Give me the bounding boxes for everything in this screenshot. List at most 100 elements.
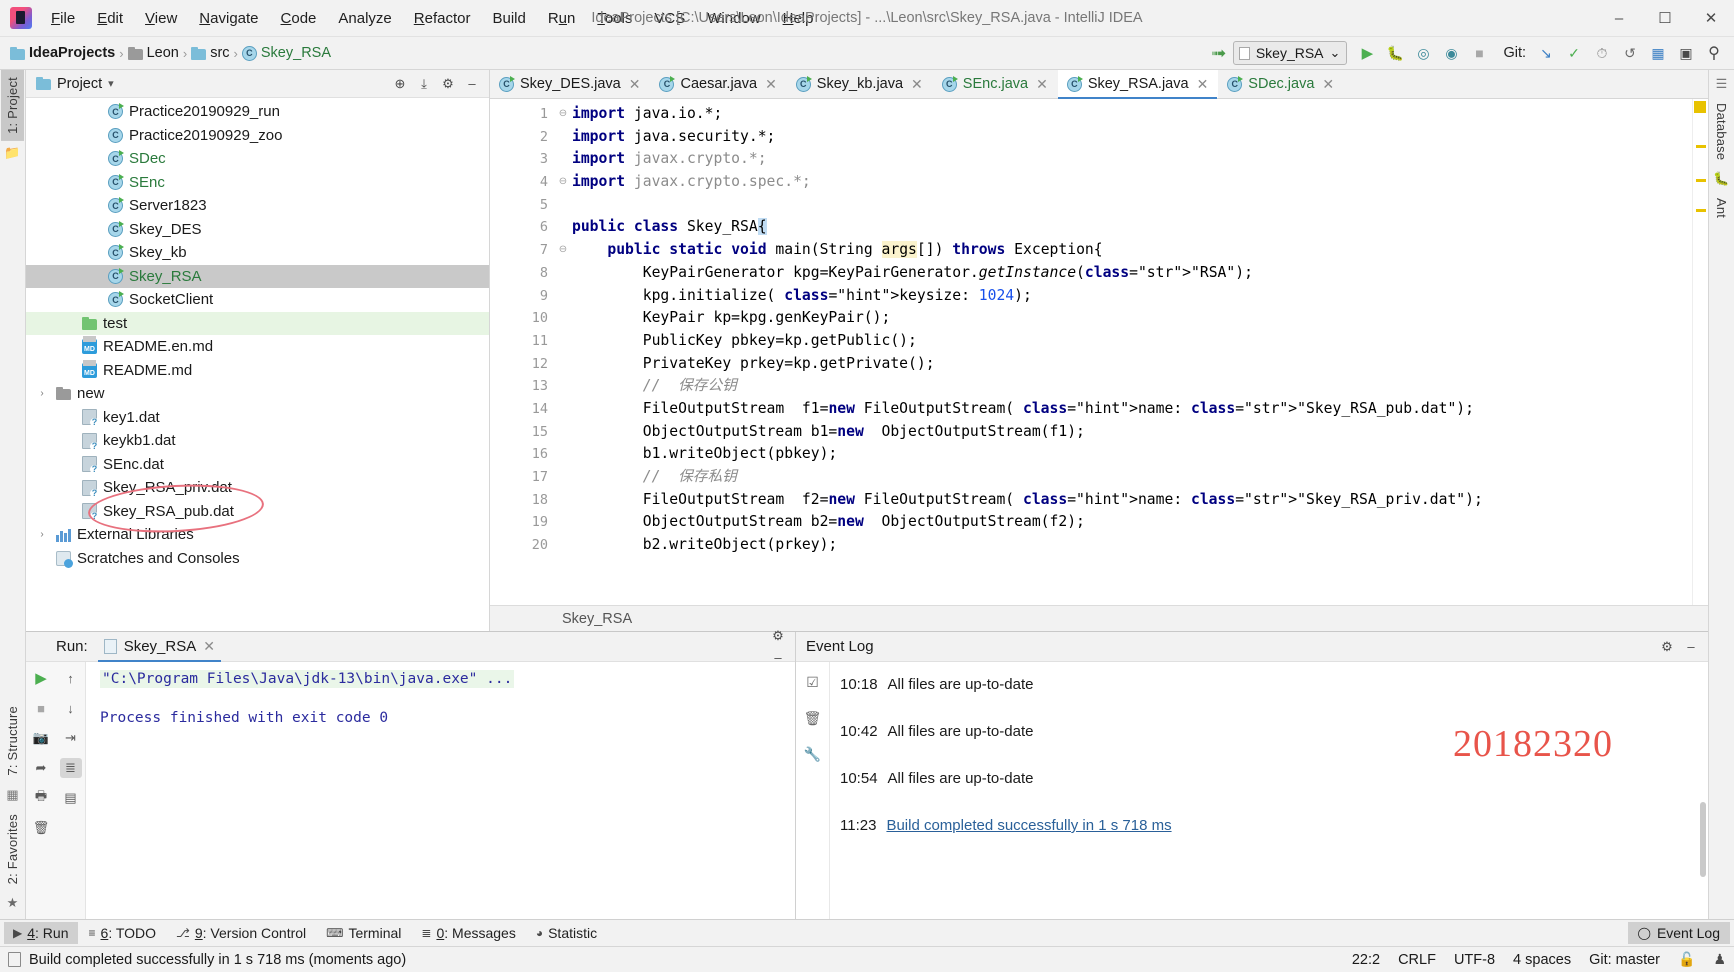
debug-button[interactable]: 🐛	[1381, 40, 1409, 66]
code-editor[interactable]: 123456▶7▶891011121314151617181920 ⊖⊖⊖ im…	[490, 99, 1708, 605]
stop-icon[interactable]: ■	[30, 698, 52, 718]
back-arrow-icon[interactable]: ➟	[1205, 40, 1233, 66]
down-arrow-icon[interactable]: ↓	[60, 698, 82, 718]
person-icon[interactable]: ♟	[1713, 951, 1726, 968]
tree-item[interactable]: C Practice20190929_run	[26, 100, 489, 124]
code-text[interactable]: import java.io.*; import java.security.*;…	[572, 99, 1692, 605]
menu-window[interactable]: Window	[696, 7, 771, 30]
event-log-row[interactable]: 11:23 Build completed successfully in 1 s…	[840, 817, 1708, 864]
event-log-scrollbar[interactable]	[1700, 802, 1706, 877]
git-branch[interactable]: Git: master	[1589, 952, 1660, 968]
trash-icon[interactable]: 🗑	[802, 708, 824, 728]
close-icon[interactable]: ✕	[1036, 76, 1048, 93]
editor-marker-bar[interactable]	[1692, 99, 1708, 605]
sidebar-item-ant[interactable]: Ant	[1710, 191, 1733, 225]
tree-item[interactable]: test	[26, 311, 489, 335]
stop-button[interactable]: ■	[1465, 40, 1493, 66]
menu-view[interactable]: View	[134, 7, 188, 30]
breadcrumb-skey-rsa[interactable]: C Skey_RSA	[240, 43, 333, 63]
tree-item[interactable]: C Practice20190929_zoo	[26, 124, 489, 148]
close-icon[interactable]: ✕	[629, 76, 641, 93]
menu-navigate[interactable]: Navigate	[188, 7, 269, 30]
commit-icon[interactable]: ✓	[1560, 40, 1588, 66]
tool-window-button[interactable]: ⎇ 9: Version Control	[167, 922, 315, 944]
tree-item[interactable]: SEnc.dat	[26, 453, 489, 477]
project-tree[interactable]: C Practice20190929_run C Practice20190929_z…	[26, 98, 489, 631]
tree-item[interactable]: Skey_RSA_pub.dat	[26, 500, 489, 524]
tool-window-button[interactable]: ◕ Statistic	[527, 922, 606, 944]
maximize-button[interactable]: ☐	[1642, 0, 1688, 36]
sidebar-item-project[interactable]: 1: Project	[1, 70, 24, 141]
tool-window-button[interactable]: ≣ 0: Messages	[412, 922, 524, 944]
tree-item[interactable]: Scratches and Consoles	[26, 547, 489, 571]
tree-item[interactable]: C SocketClient	[26, 288, 489, 312]
search-icon[interactable]: ⚲	[1700, 40, 1728, 66]
scroll-to-end-icon[interactable]: ≣	[59, 758, 82, 778]
tree-item[interactable]: Skey_RSA_priv.dat	[26, 476, 489, 500]
rollback-icon[interactable]: ↺	[1616, 40, 1644, 66]
editor-tab[interactable]: C Skey_DES.java ✕	[490, 70, 650, 98]
tree-item[interactable]: C SEnc	[26, 171, 489, 195]
profile-button[interactable]: ◉	[1437, 40, 1465, 66]
tree-item[interactable]: C Skey_RSA	[26, 264, 489, 288]
event-log-row[interactable]: 10:54 All files are up-to-date	[840, 770, 1708, 817]
breadcrumb-ideaprojects[interactable]: IdeaProjects	[8, 43, 117, 63]
tree-item[interactable]: C SDec	[26, 147, 489, 171]
rerun-icon[interactable]: ▶	[30, 668, 52, 688]
export-icon[interactable]: ➦	[30, 758, 52, 778]
tool-window-button[interactable]: ⌨ Terminal	[317, 922, 410, 944]
chevron-right-icon[interactable]: ›	[34, 388, 50, 399]
gear-icon[interactable]: ⚙	[767, 625, 789, 647]
chevron-right-icon[interactable]: ›	[34, 529, 50, 540]
editor-tab[interactable]: C Skey_RSA.java ✕	[1057, 70, 1219, 99]
fold-marker[interactable]: ⊖	[554, 239, 572, 262]
close-icon[interactable]: ✕	[1322, 76, 1334, 93]
tree-item[interactable]: › External Libraries	[26, 523, 489, 547]
menu-edit[interactable]: Edit	[86, 7, 134, 30]
trash-icon[interactable]: 🗑	[30, 818, 52, 838]
event-log-row[interactable]: 10:18 All files are up-to-date	[840, 676, 1708, 723]
sidebar-item-database[interactable]: Database	[1710, 96, 1733, 167]
menu-vcs[interactable]: VCS	[643, 7, 696, 30]
close-icon[interactable]: ✕	[911, 76, 923, 93]
event-log-button[interactable]: ◯ Event Log	[1627, 922, 1730, 944]
close-icon[interactable]: ✕	[1197, 76, 1209, 93]
settings-icon[interactable]: ▦	[1644, 40, 1672, 66]
line-separator[interactable]: CRLF	[1398, 952, 1436, 968]
sidebar-item-favorites[interactable]: 2: Favorites	[1, 807, 24, 891]
event-log-entries[interactable]: 10:18 All files are up-to-date 10:42 All fi…	[830, 662, 1708, 919]
editor-tab[interactable]: C Caesar.java ✕	[650, 70, 786, 98]
editor-tab[interactable]: C SDec.java ✕	[1218, 70, 1344, 98]
menu-tools[interactable]: Tools	[586, 7, 643, 30]
console-output[interactable]: "C:\Program Files\Java\jdk-13\bin\java.e…	[86, 662, 795, 919]
hide-panel-icon[interactable]: –	[461, 73, 483, 95]
tool-window-bar[interactable]: ▶ 4: Run ≡ 6: TODO ⎇ 9: Version Control ⌨ Termi…	[0, 919, 1734, 946]
update-project-icon[interactable]: ↘	[1532, 40, 1560, 66]
close-button[interactable]: ✕	[1688, 0, 1734, 36]
fold-marker[interactable]: ⊖	[554, 171, 572, 194]
history-icon[interactable]: ⏱	[1588, 40, 1616, 66]
menu-build[interactable]: Build	[481, 7, 536, 30]
menu-help[interactable]: Help	[772, 7, 825, 30]
menu-code[interactable]: Code	[270, 7, 328, 30]
minimize-button[interactable]: –	[1596, 0, 1642, 36]
breadcrumb-leon[interactable]: Leon	[126, 43, 181, 63]
editor-tab[interactable]: C Skey_kb.java ✕	[787, 70, 933, 98]
layout-icon[interactable]: ▣	[1672, 40, 1700, 66]
run-tab-skey-rsa[interactable]: Skey_RSA ✕	[97, 632, 222, 662]
tool-window-button[interactable]: ≡ 6: TODO	[80, 922, 166, 944]
run-button[interactable]: ▶	[1353, 40, 1381, 66]
lock-icon[interactable]: 🔓	[1678, 951, 1695, 968]
gear-icon[interactable]: ⚙	[1656, 636, 1678, 658]
print-icon[interactable]: 🖶	[30, 788, 52, 808]
screenshot-icon[interactable]: 📷	[30, 728, 52, 748]
breadcrumb-src[interactable]: src	[189, 43, 231, 63]
mark-read-icon[interactable]: ☑	[802, 672, 824, 692]
tree-item[interactable]: › new	[26, 382, 489, 406]
tree-item[interactable]: C Skey_DES	[26, 218, 489, 242]
wrench-icon[interactable]: 🔧	[802, 744, 824, 764]
fold-marker[interactable]: ⊖	[554, 103, 572, 126]
code-folding-column[interactable]: ⊖ ⊖ ⊖	[554, 99, 572, 605]
soft-wrap-icon[interactable]: ⇥	[60, 728, 82, 748]
caret-position[interactable]: 22:2	[1352, 952, 1380, 968]
